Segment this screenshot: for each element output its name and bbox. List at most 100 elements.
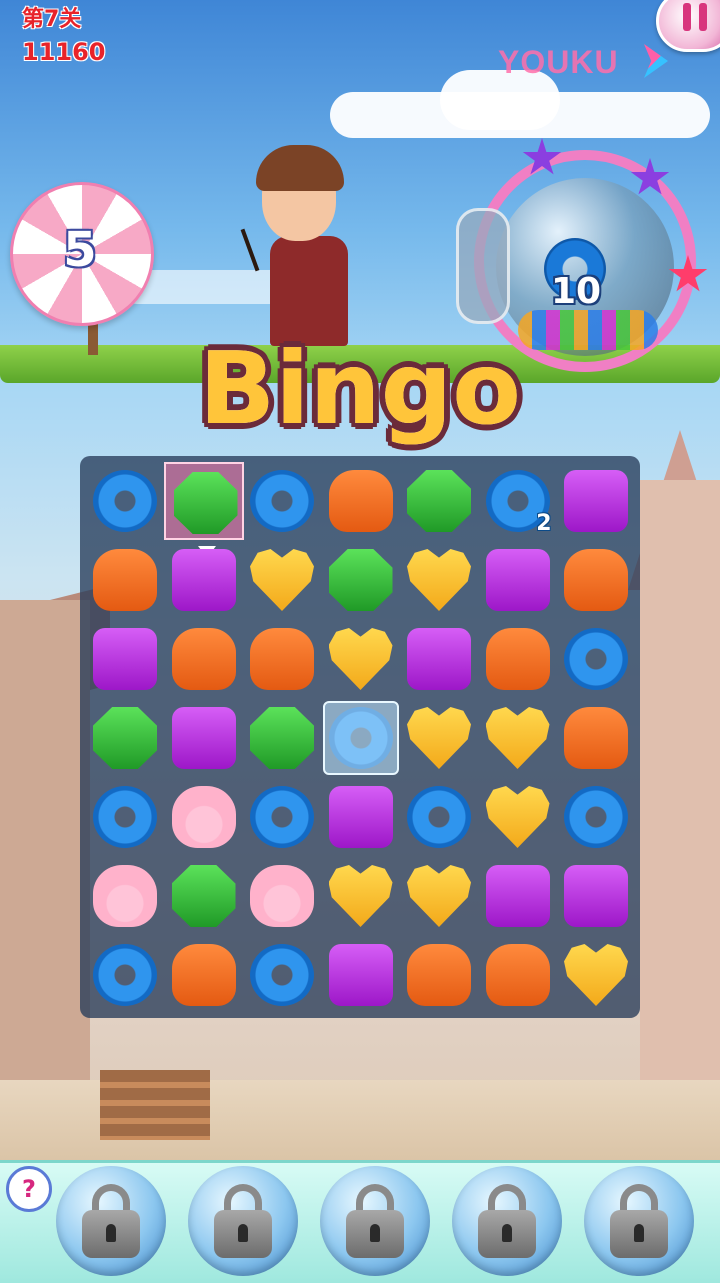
board-cell[interactable] xyxy=(478,857,558,935)
board-cell[interactable] xyxy=(321,778,401,856)
paw-candy-icon xyxy=(171,786,236,848)
goal-count: 10 xyxy=(550,271,602,312)
board-cell[interactable] xyxy=(242,699,322,777)
help-button[interactable]: ? xyxy=(6,1166,52,1212)
donut-candy-icon xyxy=(564,628,628,690)
board-cell[interactable] xyxy=(399,699,479,777)
score-value: 11160 xyxy=(22,38,106,66)
jar-neck xyxy=(456,208,510,324)
booster-slot-1[interactable] xyxy=(56,1166,166,1276)
square-candy-icon xyxy=(564,470,628,532)
board-cell[interactable]: 2 xyxy=(478,462,558,540)
booster-slot-2[interactable] xyxy=(188,1166,298,1276)
board-cell[interactable] xyxy=(321,620,401,698)
heart-candy-icon xyxy=(485,786,550,848)
heart-candy-icon xyxy=(407,707,471,769)
level-label: 第7关 xyxy=(22,7,82,32)
heart-candy-icon xyxy=(328,865,393,927)
board-cell[interactable] xyxy=(85,857,165,935)
heart-candy-icon xyxy=(485,707,550,769)
board-cell[interactable] xyxy=(556,699,636,777)
board-cell[interactable] xyxy=(85,462,165,540)
board-cell[interactable] xyxy=(242,462,322,540)
heart-candy-icon xyxy=(564,944,628,1006)
donut-candy-icon xyxy=(407,786,471,848)
drop-candy-icon xyxy=(250,628,314,690)
board-cell[interactable] xyxy=(85,541,165,619)
board-cell[interactable] xyxy=(478,778,558,856)
drop-candy-icon xyxy=(564,707,628,769)
board-cell[interactable] xyxy=(399,620,479,698)
board-cell[interactable] xyxy=(164,541,244,619)
board-cell[interactable] xyxy=(399,936,479,1014)
board-cell[interactable] xyxy=(164,778,244,856)
board-cell[interactable] xyxy=(321,699,401,777)
square-candy-icon xyxy=(171,707,236,769)
board-cell[interactable] xyxy=(399,462,479,540)
board-cell[interactable] xyxy=(85,936,165,1014)
layer-count-badge: 2 xyxy=(536,511,552,536)
board-cell[interactable] xyxy=(85,699,165,777)
square-candy-icon xyxy=(485,865,550,927)
pause-button[interactable] xyxy=(656,0,720,52)
board-cell[interactable] xyxy=(478,936,558,1014)
board-cell[interactable] xyxy=(163,462,244,558)
octagon-candy-icon xyxy=(173,472,238,534)
paw-candy-icon xyxy=(93,865,157,927)
booster-slot-3[interactable] xyxy=(320,1166,430,1276)
octagon-candy-icon xyxy=(171,865,236,927)
drop-candy-icon xyxy=(93,549,157,611)
board-cell[interactable] xyxy=(478,541,558,619)
board-cell[interactable] xyxy=(556,541,636,619)
board-cell[interactable] xyxy=(556,857,636,935)
drop-candy-icon xyxy=(171,944,236,1006)
square-candy-icon xyxy=(171,549,236,611)
board-cell[interactable] xyxy=(556,778,636,856)
board-cell[interactable] xyxy=(478,699,558,777)
board-cell[interactable] xyxy=(164,857,244,935)
board-cell[interactable] xyxy=(242,936,322,1014)
board-cell[interactable] xyxy=(242,778,322,856)
board-cell[interactable] xyxy=(85,778,165,856)
lock-icon-part xyxy=(634,1224,644,1242)
octagon-candy-icon xyxy=(407,470,471,532)
drop-candy-icon xyxy=(564,549,628,611)
board-cell[interactable] xyxy=(321,462,401,540)
board-cell[interactable] xyxy=(399,541,479,619)
board-cell[interactable] xyxy=(242,857,322,935)
board-cell[interactable] xyxy=(399,778,479,856)
square-candy-icon xyxy=(564,865,628,927)
board-cell[interactable] xyxy=(556,462,636,540)
booster-slot-5[interactable] xyxy=(584,1166,694,1276)
house-wall xyxy=(0,600,90,1160)
drop-candy-icon xyxy=(171,628,236,690)
drop-candy-icon xyxy=(407,944,471,1006)
board-cell[interactable] xyxy=(321,857,401,935)
heart-candy-icon xyxy=(250,549,314,611)
board-cell[interactable] xyxy=(556,620,636,698)
drop-candy-icon xyxy=(485,944,550,1006)
board-cell[interactable] xyxy=(85,620,165,698)
board-cell[interactable] xyxy=(478,620,558,698)
lock-icon-part xyxy=(370,1224,380,1242)
donut-candy-icon xyxy=(250,786,314,848)
board-cell[interactable] xyxy=(164,936,244,1014)
donut-candy-icon xyxy=(564,786,628,848)
bingo-banner: Bingo xyxy=(199,330,521,447)
octagon-candy-icon xyxy=(93,707,157,769)
pause-icon xyxy=(699,3,707,31)
game-board: 2 xyxy=(80,456,640,1018)
board-cell[interactable] xyxy=(164,620,244,698)
square-candy-icon xyxy=(328,944,393,1006)
board-cell[interactable] xyxy=(321,541,401,619)
board-cell[interactable] xyxy=(242,620,322,698)
board-cell[interactable] xyxy=(321,936,401,1014)
board-cell[interactable] xyxy=(164,699,244,777)
stairs xyxy=(100,1070,210,1140)
donut-candy-icon xyxy=(93,944,157,1006)
booster-slot-4[interactable] xyxy=(452,1166,562,1276)
heart-candy-icon xyxy=(407,865,471,927)
board-cell[interactable] xyxy=(399,857,479,935)
board-cell[interactable] xyxy=(242,541,322,619)
board-cell[interactable] xyxy=(556,936,636,1014)
